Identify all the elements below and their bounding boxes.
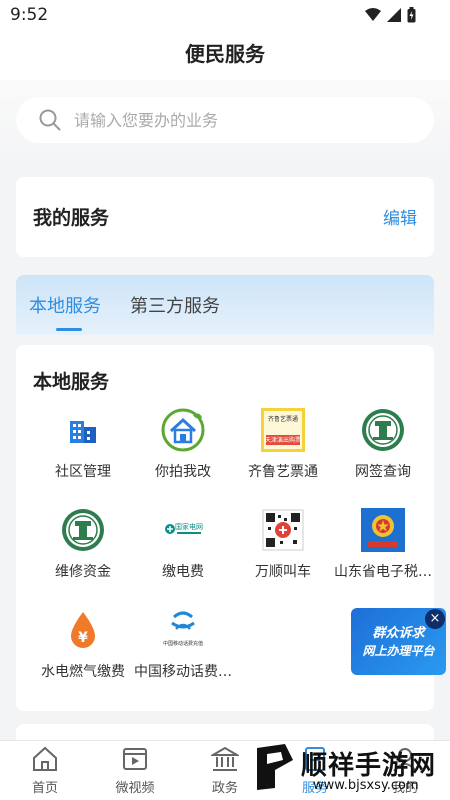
- state-grid-text: 国家电网: [175, 522, 203, 531]
- signal-icon: [387, 8, 401, 22]
- service-label: 齐鲁艺票通: [248, 464, 318, 480]
- svg-text:¥: ¥: [78, 630, 88, 646]
- service-label: 万顺叫车: [255, 564, 311, 580]
- local-services-title: 本地服务: [33, 371, 110, 393]
- nav-home[interactable]: 首页: [0, 745, 90, 799]
- service-label: 社区管理: [55, 464, 111, 480]
- ticket-poster-text: 齐鲁艺票通: [268, 415, 298, 423]
- site-watermark: 顺祥手游网 www.bjsxsy.com: [253, 742, 450, 800]
- service-label: 山东省电子税…: [334, 564, 432, 580]
- seal-emblem-icon: [360, 407, 406, 453]
- house-leaf-icon: [160, 407, 206, 453]
- my-services-card: 我的服务 编辑: [16, 177, 434, 257]
- government-icon: [211, 746, 239, 771]
- edit-button[interactable]: 编辑: [383, 204, 417, 229]
- service-online-contract-query[interactable]: 网签查询: [331, 407, 435, 491]
- watermark-text: 顺祥手游网: [301, 751, 437, 781]
- tax-emblem-icon: [360, 507, 406, 553]
- china-mobile-text: 中国移动话费充值: [163, 640, 203, 647]
- search-input[interactable]: [74, 110, 394, 130]
- seal-emblem-icon: [60, 507, 106, 553]
- home-icon: [33, 746, 57, 771]
- service-tabs: 本地服务 第三方服务: [16, 275, 434, 335]
- state-grid-logo-icon: 国家电网: [160, 507, 206, 553]
- nav-label: 微视频: [115, 781, 155, 796]
- watermark-url: www.bjsxsy.com: [313, 778, 419, 793]
- nav-label: 首页: [31, 781, 58, 796]
- search-area: [0, 80, 450, 170]
- money-drop-icon: ¥: [60, 607, 106, 653]
- status-icons: [365, 7, 416, 23]
- china-mobile-logo-icon: 中国移动话费充值: [160, 607, 206, 653]
- qr-code-icon: [260, 507, 306, 553]
- service-qilu-art-ticket[interactable]: 齐鲁艺票通 天津演出购票 齐鲁艺票通: [231, 407, 335, 491]
- service-maintenance-fund[interactable]: 维修资金: [31, 507, 135, 591]
- service-utility-payment[interactable]: ¥ 水电燃气缴费: [31, 607, 135, 691]
- service-community-management[interactable]: 社区管理: [31, 407, 135, 491]
- status-bar: 9:52: [0, 0, 450, 32]
- watermark-logo-icon: [257, 744, 293, 790]
- service-label: 你拍我改: [155, 464, 211, 480]
- banner-close-button[interactable]: ×: [425, 609, 445, 629]
- service-shandong-e-tax[interactable]: 山东省电子税…: [331, 507, 435, 591]
- service-china-mobile-topup[interactable]: 中国移动话费充值 中国移动话费…: [131, 607, 235, 691]
- service-label: 维修资金: [55, 564, 111, 580]
- page-title: 便民服务: [185, 42, 265, 66]
- buildings-icon: [60, 407, 106, 453]
- battery-icon: [407, 7, 416, 23]
- service-label: 网签查询: [355, 464, 411, 480]
- active-tab-indicator: [56, 328, 82, 331]
- status-time: 9:52: [10, 5, 49, 25]
- service-pay-electricity[interactable]: 国家电网 缴电费: [131, 507, 235, 591]
- service-label: 缴电费: [162, 564, 204, 580]
- page-header: 便民服务: [0, 32, 450, 80]
- service-wanshun-taxi[interactable]: 万顺叫车: [231, 507, 335, 591]
- banner-line2: 网上办理平台: [362, 644, 435, 658]
- service-label: 水电燃气缴费: [41, 664, 125, 680]
- ticket-poster-subtext: 天津演出购票: [265, 436, 301, 444]
- search-icon: [39, 109, 61, 131]
- tab-local-services[interactable]: 本地服务: [29, 292, 101, 318]
- ticket-poster-icon: 齐鲁艺票通 天津演出购票: [260, 407, 306, 453]
- my-services-title: 我的服务: [33, 207, 110, 229]
- tab-third-party-services[interactable]: 第三方服务: [130, 292, 220, 318]
- nav-micro-video[interactable]: 微视频: [90, 745, 180, 799]
- video-icon: [123, 748, 147, 770]
- service-you-snap-we-fix[interactable]: 你拍我改: [131, 407, 235, 491]
- wifi-icon: [365, 8, 381, 21]
- search-box[interactable]: [16, 97, 434, 143]
- service-label: 中国移动话费…: [134, 664, 232, 680]
